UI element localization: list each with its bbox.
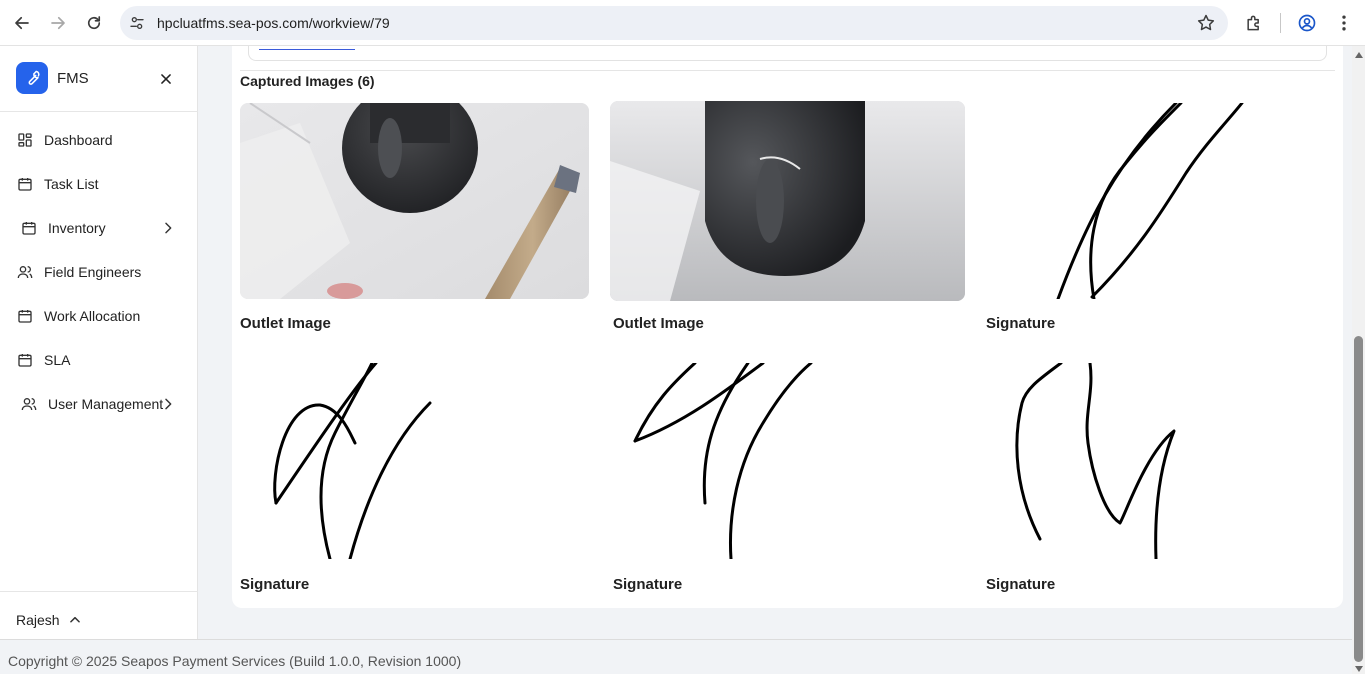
close-icon — [161, 74, 171, 84]
sidebar-item-sla[interactable]: SLA — [16, 345, 182, 375]
sidebar-item-label: Inventory — [48, 220, 106, 236]
chevron-right-icon — [160, 220, 176, 236]
forward-button[interactable] — [46, 11, 70, 35]
brand: FMS — [16, 61, 89, 95]
account-circle-icon — [1298, 14, 1316, 32]
image-caption: Signature — [986, 315, 1056, 332]
sidebar-item-label: Field Engineers — [44, 264, 142, 280]
page-scrollbar[interactable] — [1352, 46, 1365, 674]
wrench-icon — [16, 62, 48, 94]
users-icon — [16, 263, 34, 281]
grid-icon — [16, 131, 34, 149]
previous-section — [248, 46, 1327, 61]
section-title: Captured Images (6) — [240, 73, 375, 89]
outlet-image[interactable] — [610, 101, 965, 301]
previous-section-link[interactable] — [259, 40, 355, 50]
image-caption: Outlet Image — [613, 315, 704, 332]
sidebar-item-user-management[interactable]: User Management — [20, 389, 186, 419]
footer-divider — [0, 639, 1352, 640]
image-caption: Signature — [613, 576, 683, 593]
footer-copyright: Copyright © 2025 Seapos Payment Services… — [8, 653, 462, 669]
address-bar[interactable]: hpcluatfms.sea-pos.com/workview/79 — [120, 6, 1228, 40]
sidebar-item-dashboard[interactable]: Dashboard — [16, 125, 182, 155]
user-name: Rajesh — [16, 612, 60, 628]
divider — [0, 591, 198, 592]
chevron-up-icon — [69, 616, 80, 623]
sidebar-item-task-list[interactable]: Task List — [16, 169, 182, 199]
sidebar: FMS Dashboard Task List Inventory Field … — [0, 46, 198, 640]
signature-image[interactable] — [240, 363, 589, 559]
signature-image[interactable] — [986, 363, 1335, 559]
sidebar-item-work-allocation[interactable]: Work Allocation — [16, 301, 182, 331]
sidebar-item-label: Task List — [44, 176, 99, 192]
calendar-icon — [16, 351, 34, 369]
browser-toolbar: hpcluatfms.sea-pos.com/workview/79 — [0, 0, 1365, 46]
sidebar-item-label: Dashboard — [44, 132, 113, 148]
toolbar-divider — [1280, 13, 1281, 33]
arrow-left-icon — [15, 16, 29, 30]
sidebar-item-field-engineers[interactable]: Field Engineers — [16, 257, 182, 287]
url-text: hpcluatfms.sea-pos.com/workview/79 — [157, 15, 390, 31]
signature-image[interactable] — [986, 103, 1335, 299]
sidebar-item-inventory[interactable]: Inventory — [20, 213, 186, 243]
more-vertical-icon — [1342, 15, 1346, 31]
scroll-thumb[interactable] — [1354, 336, 1363, 662]
sidebar-item-label: Work Allocation — [44, 308, 141, 324]
sidebar-item-label: User Management — [48, 396, 164, 412]
close-sidebar-button[interactable] — [156, 69, 176, 89]
divider — [0, 111, 198, 112]
image-caption: Outlet Image — [240, 315, 331, 332]
image-caption: Signature — [986, 576, 1056, 593]
divider — [240, 70, 1335, 71]
captured-images-card: Captured Images (6) Outlet Image Outlet … — [232, 46, 1343, 608]
bookmark-star-icon[interactable] — [1196, 13, 1216, 33]
users-icon — [20, 395, 38, 413]
outlet-image[interactable] — [240, 103, 589, 299]
back-button[interactable] — [10, 11, 34, 35]
arrow-right-icon — [51, 16, 65, 30]
calendar-icon — [16, 175, 34, 193]
scroll-up-arrow[interactable] — [1355, 52, 1363, 58]
brand-name: FMS — [57, 69, 89, 87]
site-settings-icon[interactable] — [128, 14, 146, 32]
signature-image[interactable] — [613, 363, 962, 559]
user-menu[interactable]: Rajesh — [16, 612, 82, 628]
reload-button[interactable] — [82, 11, 106, 35]
calendar-icon — [20, 219, 38, 237]
profile-button[interactable] — [1295, 11, 1319, 35]
puzzle-icon — [1247, 15, 1259, 31]
reload-icon — [87, 16, 101, 30]
sidebar-item-label: SLA — [44, 352, 71, 368]
image-caption: Signature — [240, 576, 310, 593]
calendar-icon — [16, 307, 34, 325]
chevron-right-icon — [160, 396, 176, 412]
scroll-down-arrow[interactable] — [1355, 666, 1363, 672]
browser-menu-button[interactable] — [1332, 11, 1356, 35]
extensions-button[interactable] — [1242, 11, 1266, 35]
